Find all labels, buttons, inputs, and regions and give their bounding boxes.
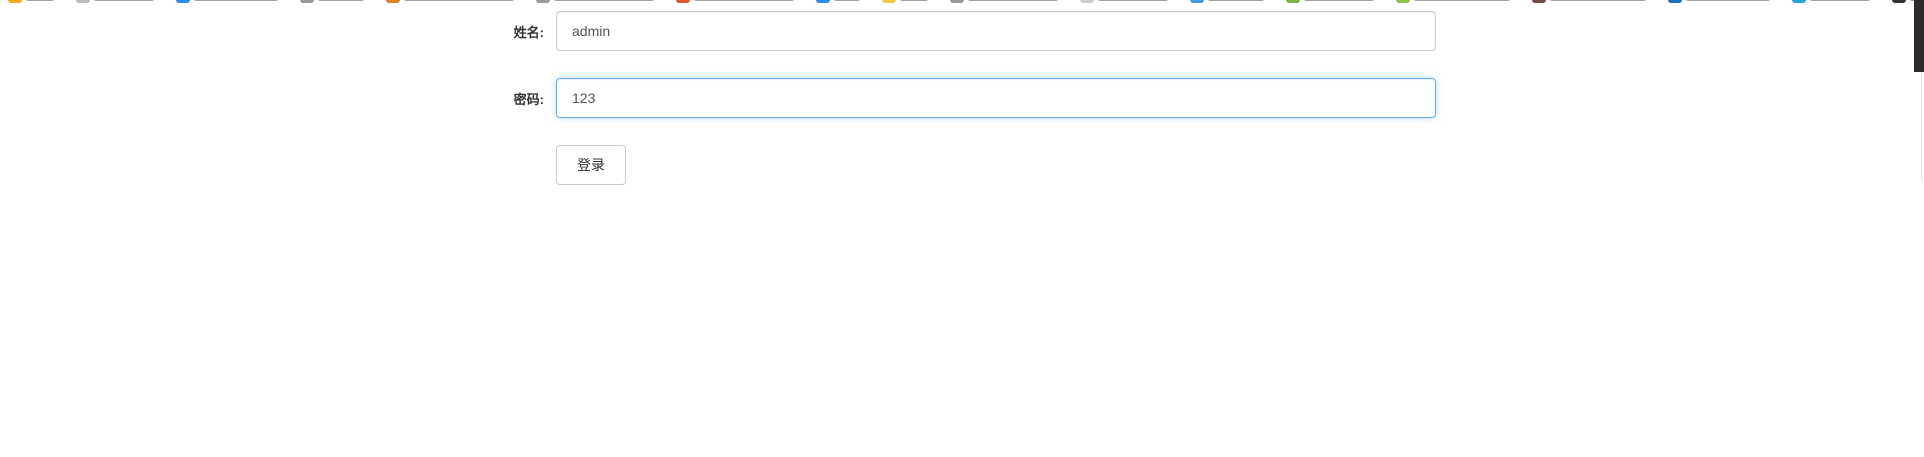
globe-icon bbox=[950, 0, 964, 3]
leaf-icon bbox=[1286, 0, 1300, 3]
image-icon bbox=[386, 0, 400, 3]
star-icon bbox=[8, 0, 22, 3]
bookmark-item[interactable] bbox=[300, 0, 364, 6]
password-input[interactable] bbox=[556, 78, 1436, 118]
bookmark-item[interactable] bbox=[1396, 0, 1510, 6]
bookmark-item[interactable] bbox=[1792, 0, 1870, 6]
username-label: 姓名: bbox=[513, 24, 544, 40]
scrollbar-thumb[interactable] bbox=[1914, 0, 1924, 72]
doc-icon bbox=[1892, 0, 1906, 3]
fire-icon bbox=[676, 0, 690, 3]
login-button[interactable]: 登录 bbox=[556, 145, 626, 185]
play-icon bbox=[1792, 0, 1806, 3]
bookmark-item[interactable] bbox=[536, 0, 654, 6]
username-input[interactable] bbox=[556, 11, 1436, 51]
circle-icon bbox=[1396, 0, 1410, 3]
tree-icon bbox=[1532, 0, 1546, 3]
scrollbar-track bbox=[1921, 72, 1922, 182]
bookmark-item[interactable] bbox=[1668, 0, 1770, 6]
bookmark-item[interactable] bbox=[882, 0, 928, 6]
globe-icon bbox=[300, 0, 314, 3]
bookmark-item[interactable] bbox=[1286, 0, 1374, 6]
arrow-icon bbox=[1080, 0, 1094, 3]
book-icon bbox=[1668, 0, 1682, 3]
username-row: 姓名: bbox=[490, 11, 1436, 51]
bookmark-item[interactable] bbox=[1080, 0, 1168, 6]
doc-icon bbox=[76, 0, 90, 3]
feather-icon bbox=[1190, 0, 1204, 3]
doc-icon bbox=[816, 0, 830, 3]
bookmark-item[interactable] bbox=[176, 0, 278, 6]
bookmark-item[interactable] bbox=[816, 0, 860, 6]
link-icon bbox=[176, 0, 190, 3]
bookmark-item[interactable] bbox=[676, 0, 794, 6]
globe-icon bbox=[536, 0, 550, 3]
bookmark-item[interactable] bbox=[8, 0, 54, 6]
bookmark-item[interactable] bbox=[386, 0, 514, 6]
bookmark-item[interactable] bbox=[1190, 0, 1264, 6]
bookmarks-bar bbox=[0, 0, 1924, 6]
bookmark-item[interactable] bbox=[76, 0, 154, 6]
bookmark-item[interactable] bbox=[1532, 0, 1646, 6]
lightning-icon bbox=[882, 0, 896, 3]
password-row: 密码: bbox=[490, 78, 1436, 118]
password-label: 密码: bbox=[513, 91, 544, 107]
bookmark-item[interactable] bbox=[950, 0, 1058, 6]
